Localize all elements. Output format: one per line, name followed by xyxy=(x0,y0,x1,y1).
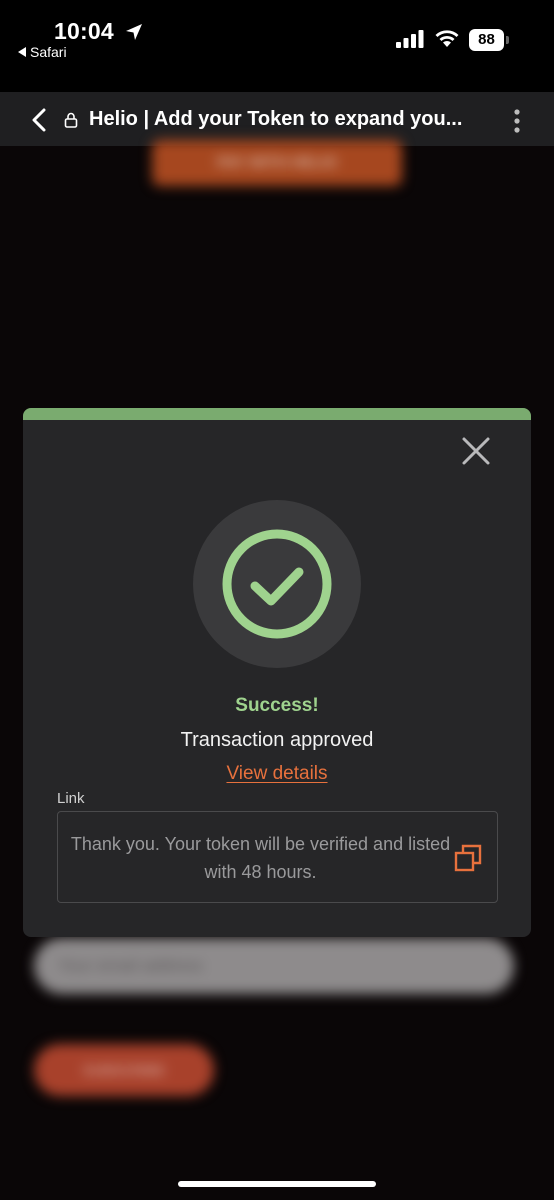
success-badge xyxy=(193,500,361,668)
wifi-icon xyxy=(435,30,459,47)
location-arrow-icon xyxy=(126,24,142,40)
link-value: Thank you. Your token will be verified a… xyxy=(70,834,451,882)
back-triangle-icon xyxy=(18,47,26,57)
back-chevron-icon[interactable] xyxy=(28,106,50,134)
subscribe-button: SUBSCRIBE xyxy=(34,1044,214,1096)
battery-level: 88 xyxy=(469,29,504,51)
copy-icon[interactable] xyxy=(454,844,482,872)
checkmark-icon xyxy=(222,529,332,639)
more-options-icon[interactable] xyxy=(512,108,522,134)
link-field[interactable]: Thank you. Your token will be verified a… xyxy=(57,811,498,903)
link-label: Link xyxy=(57,790,85,807)
status-title: Success! xyxy=(235,695,319,716)
status-bar: 10:04 Safari 88 xyxy=(0,0,554,92)
back-to-app-link[interactable]: Safari xyxy=(18,44,67,60)
view-details-link[interactable]: View details xyxy=(23,763,531,785)
back-app-label: Safari xyxy=(30,44,67,60)
success-modal: Success! Transaction approved View detai… xyxy=(23,408,531,937)
email-input: Your email address xyxy=(34,938,514,994)
cellular-signal-icon xyxy=(396,30,424,48)
battery-nub xyxy=(506,36,509,44)
battery-indicator: 88 xyxy=(469,29,509,51)
browser-nav-bar: Helio | Add your Token to expand you... xyxy=(0,92,554,146)
modal-accent-bar xyxy=(23,408,531,420)
status-subtitle: Transaction approved xyxy=(180,729,374,751)
pay-with-helio-button: PAY WITH HELIO xyxy=(152,140,402,186)
home-indicator[interactable] xyxy=(178,1181,376,1187)
close-icon[interactable] xyxy=(460,435,492,467)
lock-icon xyxy=(64,112,78,128)
status-time: 10:04 xyxy=(54,18,114,44)
page-title[interactable]: Helio | Add your Token to expand you... xyxy=(89,108,494,131)
